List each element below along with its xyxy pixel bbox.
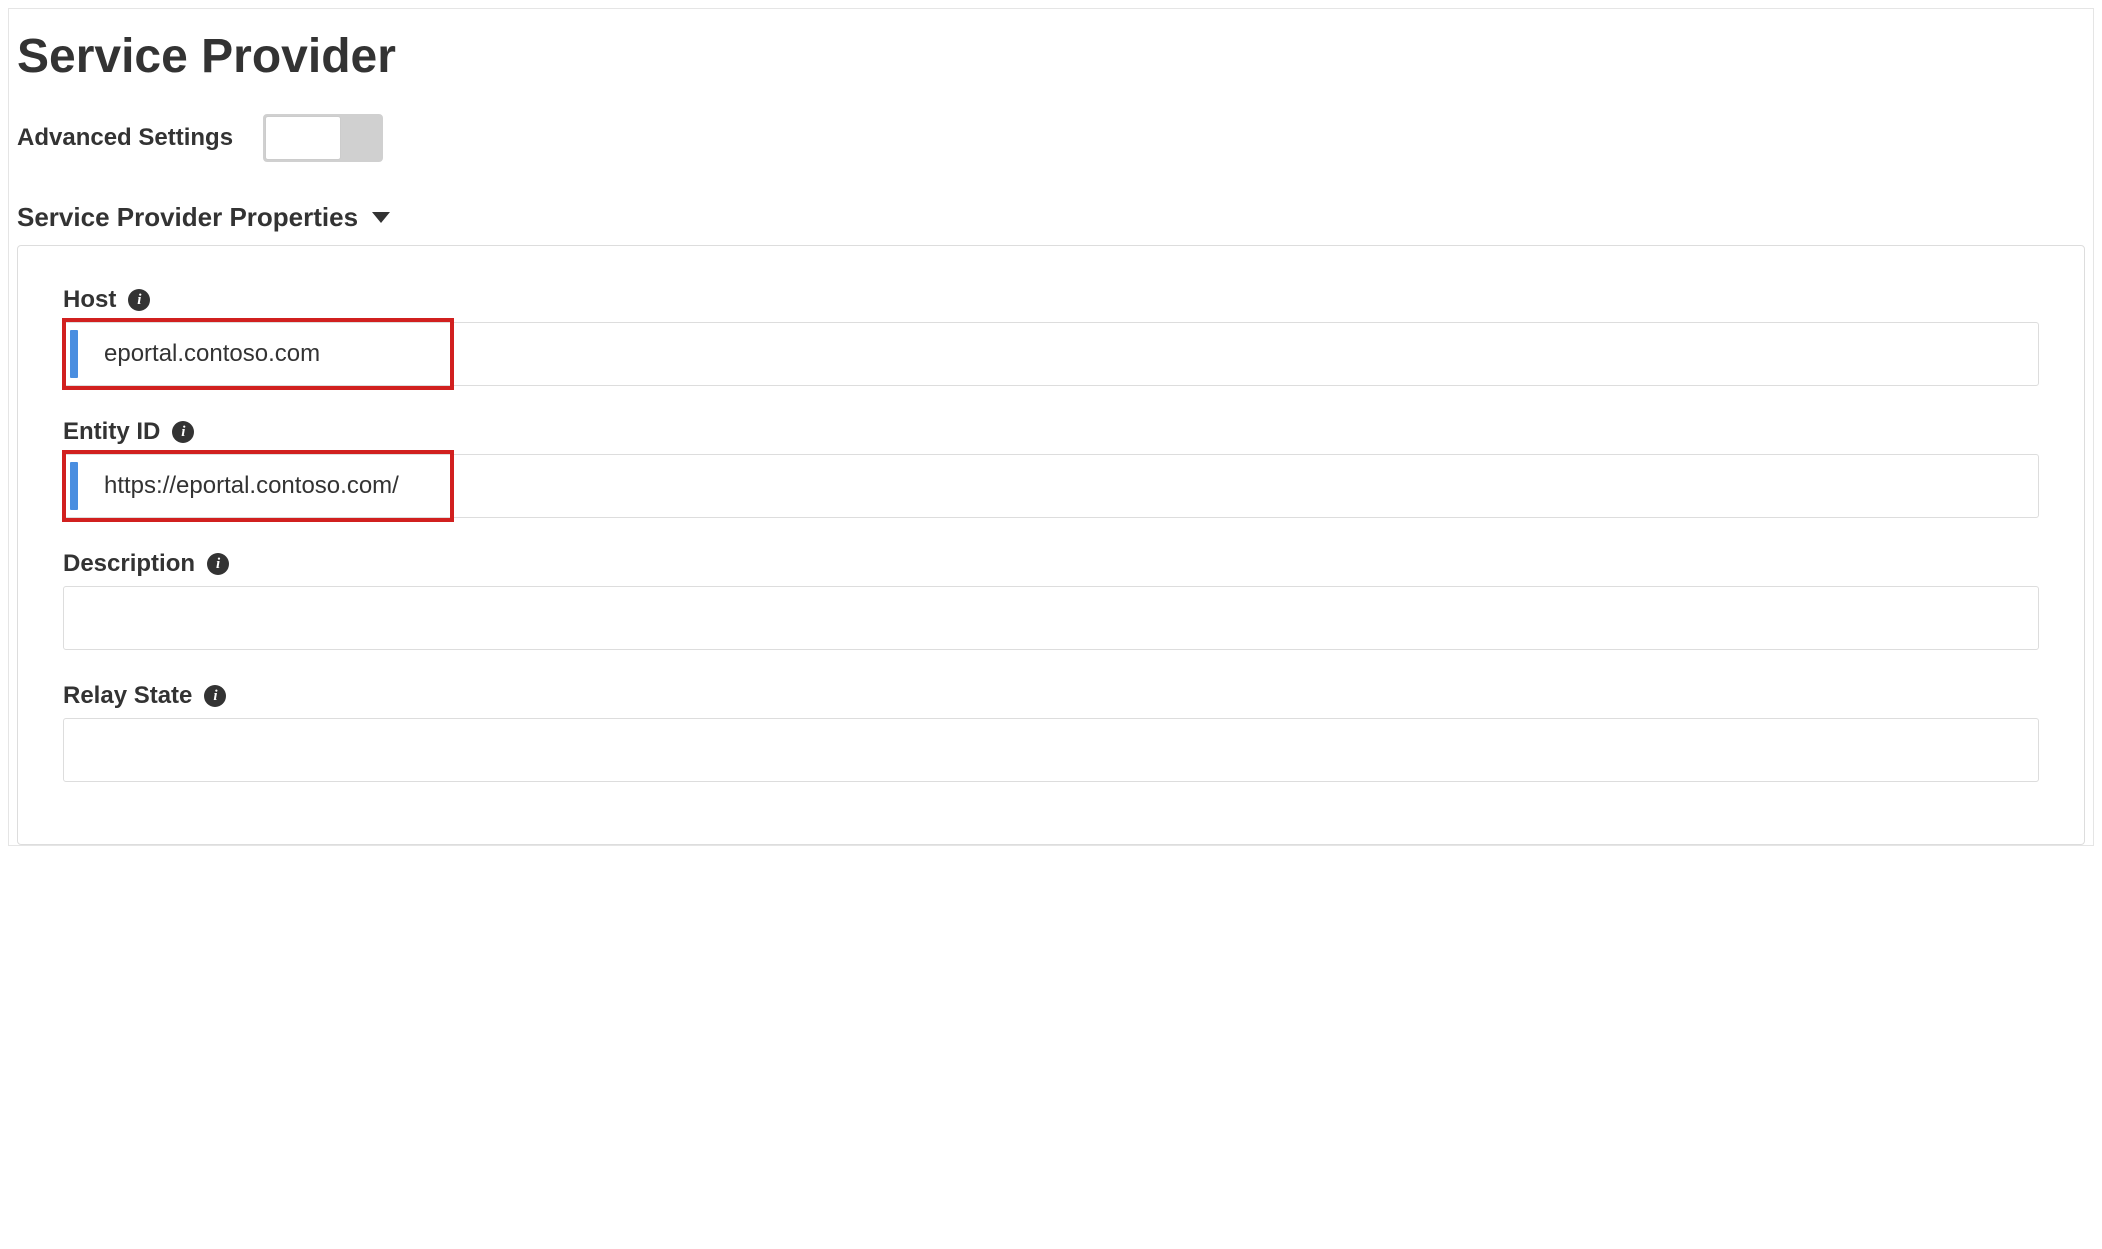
toggle-handle: [265, 116, 341, 160]
relay-state-label-row: Relay State i: [63, 682, 2039, 710]
host-field-group: Host i: [63, 286, 2039, 386]
info-icon[interactable]: i: [207, 553, 229, 575]
entity-id-field-group: Entity ID i: [63, 418, 2039, 518]
required-marker: [70, 462, 78, 510]
section-title: Service Provider Properties: [17, 202, 358, 233]
entity-id-input[interactable]: [63, 454, 2039, 518]
info-icon[interactable]: i: [128, 289, 150, 311]
host-label-row: Host i: [63, 286, 2039, 314]
description-input[interactable]: [63, 586, 2039, 650]
info-icon[interactable]: i: [204, 685, 226, 707]
required-marker: [70, 330, 78, 378]
relay-state-field-group: Relay State i: [63, 682, 2039, 782]
description-field-group: Description i: [63, 550, 2039, 650]
caret-down-icon: [372, 212, 390, 223]
relay-state-input[interactable]: [63, 718, 2039, 782]
relay-state-label: Relay State: [63, 682, 192, 710]
properties-panel: Host i Entity ID i Description: [17, 245, 2085, 845]
page-title: Service Provider: [9, 19, 2093, 114]
description-label-row: Description i: [63, 550, 2039, 578]
section-header[interactable]: Service Provider Properties: [9, 202, 2093, 245]
advanced-settings-label: Advanced Settings: [17, 124, 233, 152]
host-input[interactable]: [63, 322, 2039, 386]
host-label: Host: [63, 286, 116, 314]
relay-state-input-wrapper: [63, 718, 2039, 782]
description-input-wrapper: [63, 586, 2039, 650]
host-input-wrapper: [63, 322, 2039, 386]
description-label: Description: [63, 550, 195, 578]
entity-id-input-wrapper: [63, 454, 2039, 518]
info-icon[interactable]: i: [172, 421, 194, 443]
page-container: Service Provider Advanced Settings Servi…: [8, 8, 2094, 846]
entity-id-label-row: Entity ID i: [63, 418, 2039, 446]
advanced-settings-toggle[interactable]: [263, 114, 383, 162]
advanced-settings-row: Advanced Settings: [9, 114, 2093, 202]
entity-id-label: Entity ID: [63, 418, 160, 446]
